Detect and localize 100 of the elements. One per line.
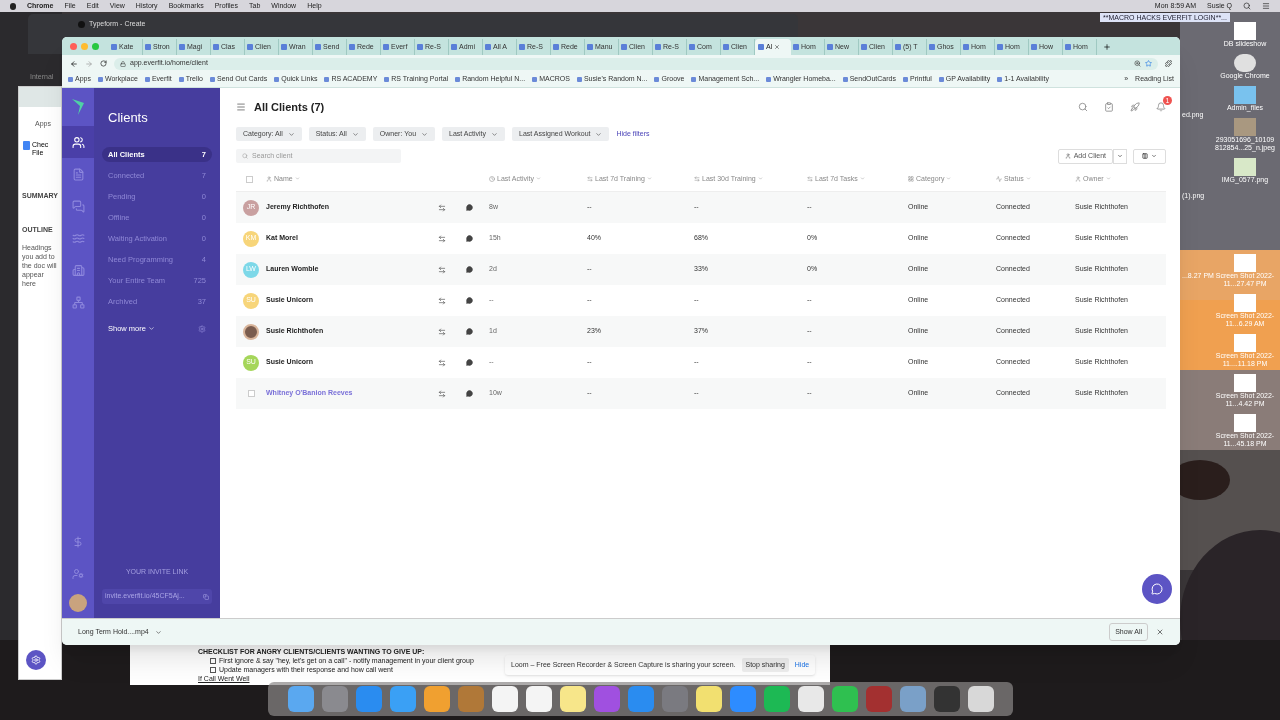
arrows-icon[interactable] — [438, 389, 446, 398]
arrows-icon[interactable] — [438, 358, 446, 367]
file-thumbnail[interactable] — [1234, 254, 1256, 272]
title-bar — [19, 87, 61, 107]
arrows-icon[interactable] — [438, 327, 446, 336]
close-icon[interactable] — [1156, 628, 1164, 636]
file-thumbnail[interactable] — [1234, 334, 1256, 352]
app-icon[interactable] — [423, 686, 450, 712]
chat-icon[interactable] — [466, 235, 473, 242]
search-icon — [242, 153, 248, 159]
file-thumbnail[interactable] — [1234, 86, 1256, 104]
favicon-icon — [621, 44, 627, 50]
maximize-window-button[interactable] — [92, 42, 99, 50]
select-all-checkbox[interactable] — [246, 176, 253, 183]
caret-icon — [154, 628, 162, 636]
chat-icon[interactable] — [466, 266, 473, 273]
app-icon[interactable] — [287, 686, 314, 712]
favicon-icon — [417, 44, 423, 50]
file-thumbnail[interactable] — [1234, 374, 1256, 392]
file-thumbnail[interactable] — [1234, 22, 1256, 40]
app-icon[interactable] — [695, 686, 722, 712]
app-icon[interactable] — [797, 686, 824, 712]
chat-icon[interactable] — [466, 359, 473, 366]
row-checkbox[interactable] — [247, 390, 255, 397]
favicon-icon — [861, 44, 867, 50]
favicon-icon — [111, 44, 117, 50]
app-icon[interactable] — [491, 686, 518, 712]
document-icon — [23, 141, 30, 150]
file-thumbnail[interactable] — [1234, 294, 1256, 312]
chat-icon[interactable] — [466, 390, 473, 397]
app-icon[interactable] — [899, 686, 926, 712]
file-thumbnail[interactable] — [1234, 158, 1256, 176]
app-icon[interactable] — [967, 686, 994, 712]
close-tab-icon[interactable] — [774, 44, 781, 50]
waves-icon[interactable] — [71, 231, 85, 245]
favicon-icon — [1065, 44, 1071, 50]
reload-icon[interactable] — [100, 60, 107, 67]
copy-icon[interactable] — [203, 593, 209, 600]
dropdown-button[interactable] — [1113, 148, 1127, 164]
favicon-icon — [655, 44, 661, 50]
columns-button[interactable] — [1133, 148, 1166, 164]
network-icon[interactable] — [71, 295, 85, 309]
favicon-icon — [1031, 44, 1037, 50]
search-icon[interactable] — [1243, 2, 1251, 10]
user-icon — [1064, 153, 1071, 159]
chat-icon[interactable] — [466, 297, 473, 304]
document-icon[interactable] — [71, 167, 85, 181]
building-icon[interactable] — [71, 263, 85, 277]
favicon-icon — [723, 44, 729, 50]
star-icon[interactable] — [1145, 60, 1152, 67]
dollar-icon[interactable] — [72, 536, 84, 548]
caret-icon — [1151, 153, 1157, 159]
favicon-icon — [145, 44, 151, 50]
favicon-icon — [213, 44, 219, 50]
caret-icon — [1105, 176, 1111, 182]
avatar[interactable] — [69, 594, 87, 612]
settings-icon[interactable] — [198, 324, 206, 333]
logo-icon[interactable] — [72, 99, 84, 115]
app-icon[interactable] — [933, 686, 960, 712]
chat-icon[interactable] — [466, 328, 473, 335]
checkbox[interactable] — [210, 666, 216, 673]
clipboard-icon[interactable] — [1104, 102, 1114, 112]
menu-icon[interactable] — [236, 102, 246, 112]
favicon-icon — [587, 44, 593, 50]
favicon-icon — [315, 44, 321, 50]
favicon-icon — [895, 44, 901, 50]
close-window-button[interactable] — [70, 42, 77, 50]
favicon-icon — [97, 77, 103, 82]
arrows-icon[interactable] — [438, 265, 446, 274]
arrows-icon — [807, 175, 813, 182]
users-icon[interactable] — [71, 135, 85, 149]
team-icon[interactable] — [72, 568, 84, 580]
lock-icon — [120, 60, 126, 67]
search-icon[interactable] — [1078, 102, 1088, 112]
forward-icon[interactable] — [85, 59, 93, 68]
arrows-icon[interactable] — [438, 203, 446, 212]
bell-icon[interactable] — [1156, 102, 1166, 112]
caret-icon — [287, 130, 295, 138]
extension-icon[interactable] — [1165, 60, 1172, 67]
file-thumbnail[interactable] — [1234, 414, 1256, 432]
caret-icon — [1025, 176, 1031, 182]
file-thumbnail[interactable] — [1234, 118, 1256, 136]
zoom-icon[interactable] — [1134, 60, 1141, 67]
back-icon[interactable] — [70, 59, 78, 68]
rocket-icon[interactable] — [1130, 102, 1140, 112]
app-icon[interactable] — [763, 686, 790, 712]
favicon-icon — [553, 44, 559, 50]
caret-icon — [491, 130, 498, 138]
app-icon[interactable] — [559, 686, 586, 712]
app-icon[interactable] — [525, 686, 552, 712]
columns-icon — [1142, 153, 1148, 159]
new-tab-icon[interactable] — [1103, 43, 1111, 51]
chat-icon[interactable] — [466, 204, 473, 211]
favicon-icon — [179, 44, 185, 50]
caret-icon — [351, 130, 359, 138]
menu-icon[interactable] — [1262, 2, 1270, 10]
arrows-icon[interactable] — [438, 296, 446, 305]
app-icon[interactable] — [831, 686, 858, 712]
checkbox[interactable] — [210, 657, 216, 664]
arrows-icon[interactable] — [438, 234, 446, 243]
